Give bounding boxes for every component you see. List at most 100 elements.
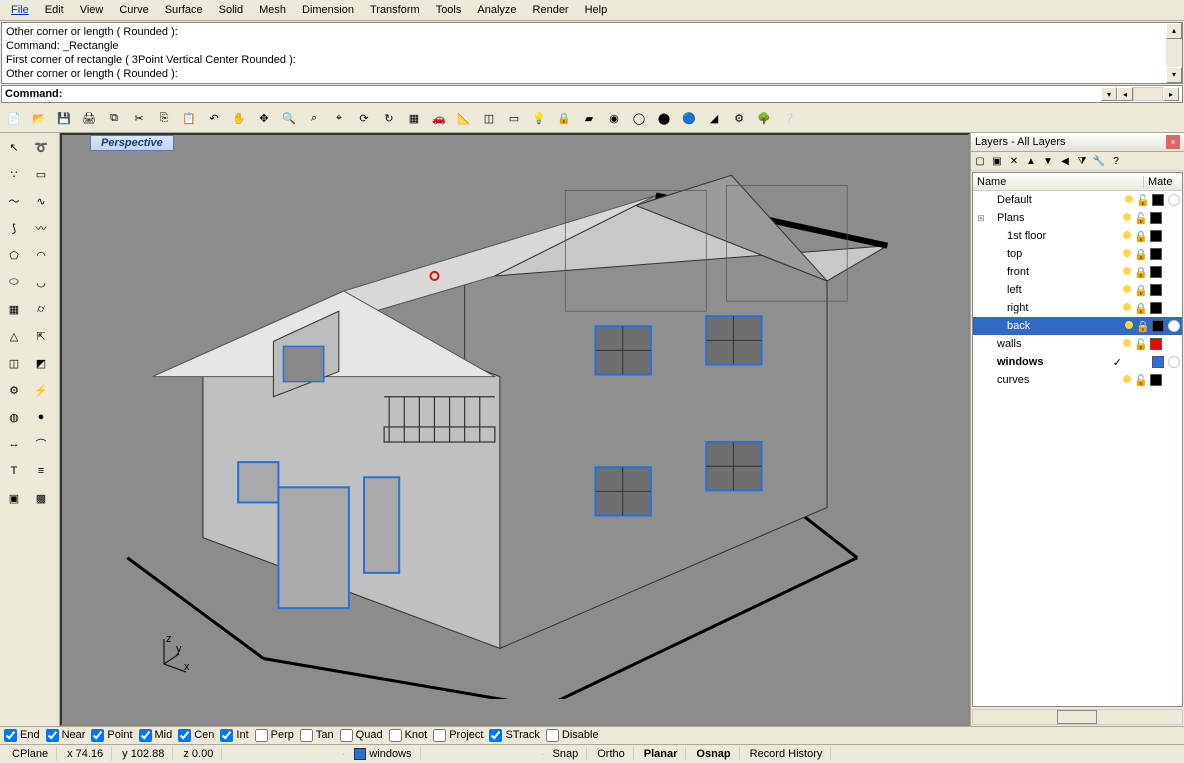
close-icon[interactable]: × bbox=[1166, 135, 1180, 149]
osnap-cen[interactable]: Cen bbox=[178, 729, 214, 742]
cut-button[interactable]: ✂ bbox=[127, 106, 151, 130]
menu-solid[interactable]: Solid bbox=[212, 2, 250, 18]
status-record[interactable]: Record History bbox=[742, 747, 832, 761]
sphere-shaded-button[interactable]: 🔵 bbox=[677, 106, 701, 130]
material-icon[interactable] bbox=[1168, 320, 1180, 332]
osnap-checkbox[interactable] bbox=[91, 729, 104, 742]
color-swatch[interactable] bbox=[1150, 266, 1162, 278]
new-button[interactable]: 📄 bbox=[2, 106, 26, 130]
col-material[interactable]: Mate bbox=[1144, 176, 1182, 188]
layer-row-plans[interactable]: ⊞Plans🔓 bbox=[973, 209, 1182, 227]
paint-button[interactable]: ◢ bbox=[702, 106, 726, 130]
patch-tool[interactable]: ◩ bbox=[28, 350, 54, 376]
select-button[interactable]: ▭ bbox=[502, 106, 526, 130]
circle-rainbow-button[interactable]: ◉ bbox=[602, 106, 626, 130]
menu-surface[interactable]: Surface bbox=[158, 2, 210, 18]
render-tool[interactable]: ▣ bbox=[1, 485, 27, 511]
color-swatch[interactable] bbox=[1150, 284, 1162, 296]
arc2-tool[interactable]: ◡ bbox=[28, 269, 54, 295]
visibility-icon[interactable] bbox=[1120, 302, 1134, 315]
menu-view[interactable]: View bbox=[73, 2, 111, 18]
osnap-strack[interactable]: STrack bbox=[489, 729, 539, 742]
copy-button[interactable]: ⎘ bbox=[152, 106, 176, 130]
car-button[interactable]: 🚗 bbox=[427, 106, 451, 130]
lock-icon[interactable]: 🔒 bbox=[1134, 230, 1148, 243]
command-line[interactable]: Command: ▾ ◂ ▸ bbox=[1, 85, 1183, 103]
osnap-checkbox[interactable] bbox=[300, 729, 313, 742]
rectangle-tool[interactable]: ▭ bbox=[28, 161, 54, 187]
circle-pts-tool[interactable]: ∵ bbox=[1, 161, 27, 187]
osnap-mid[interactable]: Mid bbox=[139, 729, 173, 742]
color-swatch[interactable] bbox=[1152, 320, 1164, 332]
expand-icon[interactable]: ⊞ bbox=[975, 213, 987, 224]
layer-row-walls[interactable]: walls🔓 bbox=[973, 335, 1182, 353]
cmd-scroll-left-icon[interactable]: ◂ bbox=[1117, 87, 1133, 101]
lock-icon[interactable]: 🔒 bbox=[1134, 302, 1148, 315]
color-swatch[interactable] bbox=[1150, 338, 1162, 350]
menu-render[interactable]: Render bbox=[526, 2, 576, 18]
scroll-down-icon[interactable]: ▾ bbox=[1166, 67, 1182, 83]
layer-row-left[interactable]: left🔒 bbox=[973, 281, 1182, 299]
visibility-icon[interactable] bbox=[1120, 338, 1134, 351]
visibility-icon[interactable] bbox=[1122, 194, 1136, 207]
lock-icon[interactable]: 🔒 bbox=[1134, 266, 1148, 279]
layer-row-back[interactable]: back🔒 bbox=[973, 317, 1182, 335]
freeform-tool[interactable]: 〰 bbox=[28, 215, 54, 241]
col-name[interactable]: Name bbox=[973, 176, 1144, 188]
menu-analyze[interactable]: Analyze bbox=[470, 2, 523, 18]
layer-row-right[interactable]: right🔒 bbox=[973, 299, 1182, 317]
visibility-icon[interactable] bbox=[1120, 212, 1134, 225]
calc-button[interactable]: 📐 bbox=[452, 106, 476, 130]
tools-icon[interactable]: 🔧 bbox=[1092, 154, 1106, 168]
sphere-solid-button[interactable]: ⬤ bbox=[652, 106, 676, 130]
color-swatch[interactable] bbox=[1152, 356, 1164, 368]
open-button[interactable]: 📂 bbox=[27, 106, 51, 130]
lock-icon[interactable]: 🔒 bbox=[1136, 320, 1150, 333]
lock-icon[interactable]: 🔓 bbox=[1136, 194, 1150, 207]
osnap-end[interactable]: End bbox=[4, 729, 40, 742]
print-button[interactable]: 🖨 bbox=[77, 106, 101, 130]
delete-layer-icon[interactable]: ✕ bbox=[1007, 154, 1021, 168]
visibility-icon[interactable] bbox=[1122, 320, 1136, 333]
scroll-up-icon[interactable]: ▴ bbox=[1166, 23, 1182, 39]
color-swatch[interactable] bbox=[1150, 212, 1162, 224]
curve2-tool[interactable]: ⟆ bbox=[1, 215, 27, 241]
layer-row-top[interactable]: top🔒 bbox=[973, 245, 1182, 263]
dimension-tool[interactable]: ↔ bbox=[1, 431, 27, 457]
osnap-disable[interactable]: Disable bbox=[546, 729, 599, 742]
osnap-checkbox[interactable] bbox=[389, 729, 402, 742]
ellipse-tool[interactable]: ⬭ bbox=[1, 269, 27, 295]
visibility-icon[interactable] bbox=[1120, 374, 1134, 387]
sphere-tool[interactable]: ● bbox=[28, 404, 54, 430]
osnap-checkbox[interactable] bbox=[546, 729, 559, 742]
cmd-dropdown-icon[interactable]: ▾ bbox=[1101, 87, 1117, 101]
lasso-tool[interactable]: ➰ bbox=[28, 134, 54, 160]
perspective-viewport[interactable]: Perspective bbox=[60, 133, 970, 726]
extrude-tool[interactable]: ⇱ bbox=[28, 323, 54, 349]
cplane-button[interactable]: ◫ bbox=[477, 106, 501, 130]
eraser-button[interactable]: ▰ bbox=[577, 106, 601, 130]
menu-file[interactable]: File bbox=[4, 2, 36, 18]
layer-row-front[interactable]: front🔒 bbox=[973, 263, 1182, 281]
lock-icon[interactable]: 🔓 bbox=[1134, 212, 1148, 225]
filter-icon[interactable]: ⧩ bbox=[1075, 154, 1089, 168]
visibility-icon[interactable] bbox=[1120, 284, 1134, 297]
menu-transform[interactable]: Transform bbox=[363, 2, 427, 18]
color-swatch[interactable] bbox=[1150, 302, 1162, 314]
layer-row-curves[interactable]: curves🔓 bbox=[973, 371, 1182, 389]
visibility-icon[interactable] bbox=[1120, 266, 1134, 279]
layers-hscroll[interactable] bbox=[972, 709, 1183, 725]
color-swatch[interactable] bbox=[1150, 374, 1162, 386]
osnap-checkbox[interactable] bbox=[178, 729, 191, 742]
copy-object-button[interactable]: ⧉ bbox=[102, 106, 126, 130]
lock-icon[interactable]: 🔓 bbox=[1134, 374, 1148, 387]
lock-icon[interactable]: 🔒 bbox=[1134, 284, 1148, 297]
color-swatch[interactable] bbox=[1150, 230, 1162, 242]
status-planar[interactable]: Planar bbox=[636, 747, 687, 761]
interp-tool[interactable]: ∿ bbox=[28, 188, 54, 214]
bulb-button[interactable]: 💡 bbox=[527, 106, 551, 130]
flash-tool[interactable]: ⚡ bbox=[28, 377, 54, 403]
menu-help[interactable]: Help bbox=[578, 2, 615, 18]
surface-tool[interactable]: ◫ bbox=[1, 350, 27, 376]
move-up-icon[interactable]: ▲ bbox=[1024, 154, 1038, 168]
